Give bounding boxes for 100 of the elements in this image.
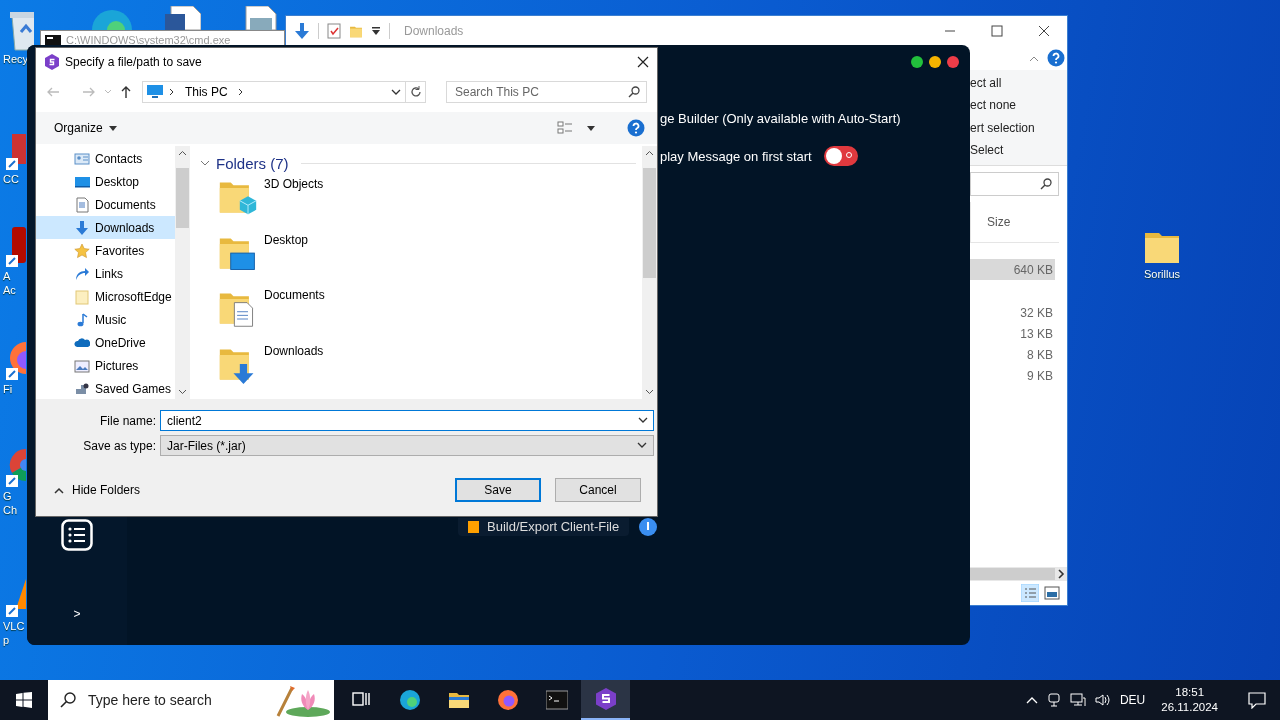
folder-name[interactable]: Documents — [264, 287, 325, 303]
back-arrow-icon — [46, 86, 60, 98]
folder-tree-item[interactable]: Contacts — [36, 147, 175, 170]
minimize-dot[interactable] — [929, 56, 941, 68]
dropdown-caret-icon — [103, 89, 112, 95]
details-view-icon — [1021, 584, 1039, 602]
address-bar[interactable]: This PC — [141, 81, 407, 103]
file-type-dropdown[interactable]: Jar-Files (*.jar) — [160, 435, 654, 456]
ribbon-command[interactable]: ect none — [970, 98, 1067, 113]
search-icon — [1040, 178, 1052, 190]
scrollbar-thumb[interactable] — [643, 167, 656, 278]
view-options-icon — [557, 120, 573, 136]
desktop-icon-label: A — [2, 269, 11, 283]
scrollbar-thumb[interactable] — [970, 568, 1055, 580]
app-logo-icon — [594, 688, 617, 710]
refresh-icon — [409, 86, 422, 98]
help-icon — [627, 119, 645, 137]
folder-name[interactable]: Desktop — [264, 231, 309, 247]
prompt-text: > — [73, 607, 81, 621]
dropdown-caret-icon — [587, 125, 595, 131]
up-arrow-icon — [119, 85, 132, 99]
collapse-ribbon-icon — [1029, 54, 1039, 62]
folder-tree-item[interactable]: Downloads — [36, 216, 175, 239]
star-icon — [74, 242, 90, 259]
taskbar-app-button[interactable] — [581, 680, 630, 720]
help-icon — [1047, 49, 1065, 67]
search-field[interactable] — [970, 172, 1059, 196]
organize-menu[interactable]: Organize — [52, 119, 119, 137]
ribbon-command[interactable]: ert selection — [970, 120, 1067, 135]
folder-tree-item[interactable]: MicrosoftEdge — [36, 285, 175, 308]
group-header[interactable]: Folders (7) — [216, 155, 289, 173]
chevron-right-icon — [168, 88, 175, 96]
build-button[interactable]: Build/Export Client-File — [458, 518, 630, 536]
dropdown-caret-icon — [108, 125, 117, 131]
dialog-title: Specify a file/path to save — [65, 55, 202, 69]
save-button[interactable]: Save — [455, 478, 541, 502]
folder-name[interactable]: 3D Objects — [264, 175, 324, 191]
folder-icon — [74, 288, 90, 305]
folder-tree-item[interactable]: Favorites — [36, 239, 175, 262]
clock-date[interactable]: 26.11.2024 — [1161, 700, 1218, 715]
windows-logo-icon — [16, 692, 32, 708]
hide-folders-toggle[interactable]: Hide Folders — [48, 482, 147, 498]
checklist-icon — [327, 23, 341, 39]
scroll-right-icon — [1055, 568, 1067, 580]
scroll-up-icon — [178, 150, 187, 156]
firefox-icon — [496, 689, 519, 711]
file-size-cell[interactable]: 8 KB — [970, 344, 1055, 365]
scrollbar-thumb[interactable] — [176, 167, 189, 228]
dropdown-caret-icon — [638, 417, 648, 424]
folder-tree-item[interactable]: Links — [36, 262, 175, 285]
desktop-icon-label: G — [2, 489, 12, 503]
network-icon — [1069, 692, 1086, 708]
file-size-cell[interactable]: 9 KB — [970, 365, 1055, 386]
collapse-caret-icon — [54, 486, 64, 494]
dropdown-icon — [371, 26, 381, 36]
clock-time[interactable]: 18:51 — [1175, 685, 1205, 700]
search-icon — [60, 692, 76, 708]
scroll-down-icon — [645, 389, 654, 395]
option-label: play Message on first start — [660, 148, 812, 164]
file-name-field[interactable]: client2 — [160, 410, 654, 431]
field-label: Save as type: — [82, 438, 156, 453]
maximize-dot[interactable] — [911, 56, 923, 68]
ribbon-command[interactable]: Select — [970, 142, 1067, 157]
document-icon — [74, 196, 90, 213]
show-hidden-icons-icon — [1025, 696, 1038, 704]
forward-arrow-icon — [81, 86, 96, 98]
file-size-cell[interactable]: 13 KB — [970, 323, 1055, 344]
language-indicator[interactable]: DEU — [1119, 693, 1146, 707]
scroll-down-icon — [178, 389, 187, 395]
app-logo-icon — [45, 54, 59, 70]
close-icon — [637, 56, 649, 68]
folder-name[interactable]: Downloads — [264, 343, 324, 359]
console-icon — [45, 34, 61, 47]
cancel-button[interactable]: Cancel — [555, 478, 641, 502]
taskbar-search-field[interactable]: Type here to search — [48, 680, 334, 720]
folder-icon — [349, 24, 363, 38]
computer-icon — [146, 85, 163, 99]
desktop-icon-label: Sorillus — [1143, 267, 1181, 281]
desktop-icon-label: CC — [2, 172, 19, 186]
dropdown-caret-icon — [391, 88, 402, 96]
option-label: ge Builder (Only available with Auto-Start) — [660, 110, 901, 126]
folder-tree-item[interactable]: Desktop — [36, 170, 175, 193]
folder-tree-item[interactable]: Music — [36, 308, 175, 331]
toggle-switch[interactable] — [823, 146, 858, 166]
link-arrow-icon — [74, 265, 90, 282]
desktop-icon-label: VLC — [2, 619, 25, 633]
edge-icon — [398, 689, 421, 711]
search-field[interactable]: Search This PC — [446, 81, 647, 103]
file-size-cell[interactable]: 640 KB — [970, 259, 1055, 280]
folder-tree-item[interactable]: Documents — [36, 193, 175, 216]
maximize-icon — [990, 25, 1003, 37]
close-dot[interactable] — [947, 56, 959, 68]
download-arrow-icon — [74, 219, 90, 236]
desktop-icon-label: Ac — [2, 283, 16, 297]
file-size-cell[interactable]: 32 KB — [970, 302, 1055, 323]
ribbon-command[interactable]: ect all — [970, 76, 1067, 91]
contacts-icon — [74, 150, 90, 167]
speaker-icon — [1093, 692, 1112, 708]
folder-tree-item[interactable]: Pictures — [36, 354, 175, 377]
folder-tree-item[interactable]: OneDrive — [36, 331, 175, 354]
